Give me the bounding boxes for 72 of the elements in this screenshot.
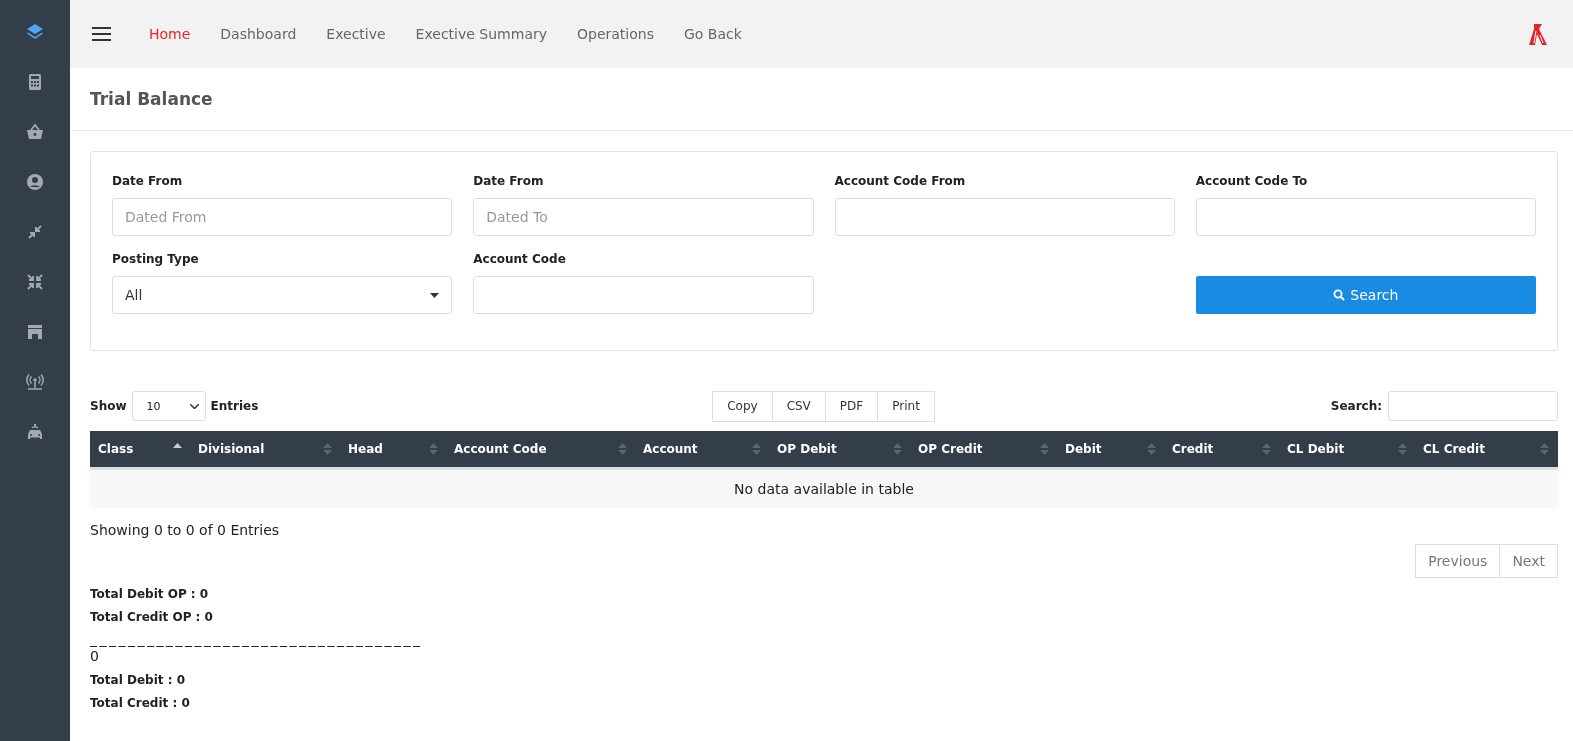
- sort-icon: [323, 443, 332, 455]
- sort-ascending-icon: [173, 443, 182, 448]
- total-text: Total Credit OP : 0: [90, 610, 214, 624]
- compressall-icon[interactable]: [25, 272, 45, 292]
- sort-icon: [1040, 443, 1049, 455]
- field-label: Posting Type: [112, 252, 200, 268]
- nav-link[interactable]: Dashboard: [220, 26, 297, 42]
- sort-icon: [1147, 443, 1156, 455]
- sort-icon: [752, 443, 761, 455]
- total-text: Total Debit OP : 0: [90, 587, 210, 601]
- input-field[interactable]: [473, 276, 814, 314]
- search-label: Search:: [1330, 399, 1382, 413]
- column-header[interactable]: Debit: [1057, 431, 1164, 467]
- separator-line: ___________________________________: [90, 630, 423, 648]
- entries-dropdown[interactable]: 10: [131, 391, 206, 421]
- user-icon[interactable]: [25, 172, 45, 192]
- export-button[interactable]: PDF: [824, 390, 879, 422]
- column-header[interactable]: OP Credit: [910, 431, 1057, 467]
- export-button[interactable]: Print: [877, 390, 935, 422]
- nav-link[interactable]: Operations: [577, 26, 654, 42]
- show-label: Show: [90, 399, 127, 413]
- field-label: Date From: [112, 174, 184, 190]
- column-header[interactable]: Credit: [1164, 431, 1279, 467]
- sort-icon: [893, 443, 902, 455]
- broadcast-icon[interactable]: [25, 372, 45, 392]
- sort-icon: [429, 443, 438, 455]
- sort-icon: [1540, 443, 1549, 455]
- sort-icon: [1262, 443, 1271, 455]
- nav-link[interactable]: Exective: [326, 26, 386, 42]
- column-header[interactable]: OP Debit: [769, 431, 910, 467]
- table-search-field[interactable]: [1388, 391, 1558, 421]
- field-label: Account Code From: [834, 174, 967, 190]
- input-field[interactable]: [1195, 198, 1536, 236]
- layers-icon[interactable]: [25, 22, 45, 42]
- search-button[interactable]: Search: [1195, 276, 1536, 314]
- export-button[interactable]: Copy: [712, 390, 773, 422]
- basket-icon[interactable]: [25, 122, 45, 142]
- column-header[interactable]: CL Credit: [1415, 431, 1557, 467]
- column-header[interactable]: Divisional: [190, 431, 340, 467]
- nav-link[interactable]: Home: [149, 26, 191, 42]
- difference-value: 0: [90, 648, 99, 664]
- input-field[interactable]: Dated To: [473, 198, 814, 236]
- posting-type-dropdown[interactable]: All: [112, 276, 453, 314]
- total-text: Total Credit : 0: [90, 696, 191, 710]
- input-field[interactable]: Dated From: [112, 198, 453, 236]
- car-icon[interactable]: [25, 422, 45, 442]
- nav-link[interactable]: Exective Summary: [415, 26, 547, 42]
- entries-label: Entries: [210, 399, 259, 413]
- nav-link[interactable]: Go Back: [684, 26, 742, 42]
- column-header[interactable]: CL Debit: [1279, 431, 1415, 467]
- field-label: Account Code: [473, 252, 567, 268]
- search-icon: [1333, 289, 1346, 301]
- empty-table-message: No data available in table: [90, 470, 1558, 508]
- export-button[interactable]: CSV: [771, 390, 826, 422]
- table-info: Showing 0 to 0 of 0 Entries: [90, 522, 281, 538]
- total-text: Total Debit : 0: [90, 673, 186, 687]
- caret-icon: [430, 292, 440, 298]
- input-field[interactable]: [834, 198, 1175, 236]
- column-header[interactable]: Account Code: [446, 431, 635, 467]
- pagination-button[interactable]: Previous: [1415, 544, 1501, 578]
- pagination-button[interactable]: Next: [1499, 544, 1558, 578]
- page-title: Trial Balance: [70, 68, 1573, 131]
- column-header[interactable]: Account: [635, 431, 769, 467]
- chevron-icon: [189, 403, 199, 409]
- store-icon[interactable]: [25, 322, 45, 342]
- field-label: Date From: [473, 174, 545, 190]
- menu-icon[interactable]: [92, 27, 111, 41]
- sort-icon: [618, 443, 627, 455]
- field-label: Account Code To: [1195, 174, 1309, 190]
- column-header[interactable]: Class: [90, 431, 190, 467]
- column-header[interactable]: Head: [340, 431, 446, 467]
- sort-icon: [1398, 443, 1407, 455]
